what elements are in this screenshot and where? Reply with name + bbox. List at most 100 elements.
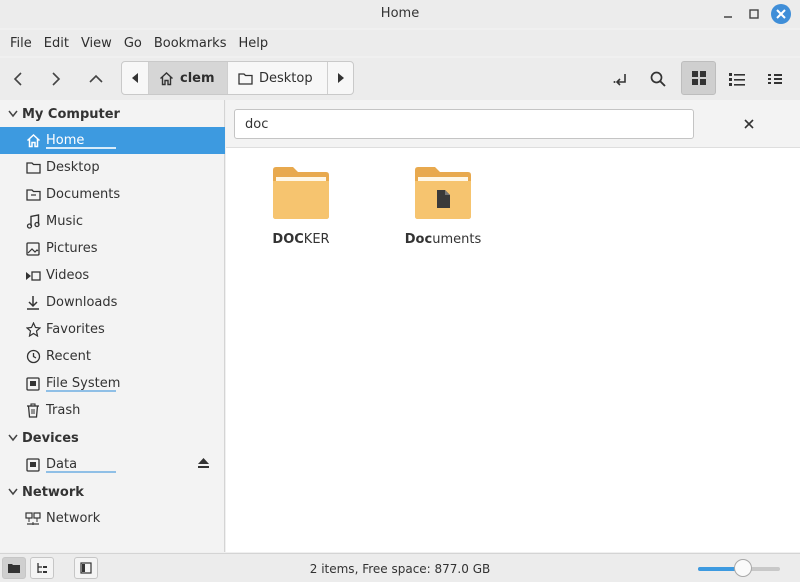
drive-icon (24, 456, 42, 474)
documents-folder-icon (415, 167, 471, 219)
list-view-icon (729, 73, 745, 86)
download-icon (24, 294, 42, 312)
sidebar-item-data[interactable]: Data (0, 451, 225, 478)
path-scroll-right-button[interactable] (328, 62, 353, 94)
path-segment-clem[interactable]: clem (149, 62, 228, 94)
sidebar-item-favorites[interactable]: Favorites (0, 316, 225, 343)
open-terminal-button[interactable] (606, 66, 634, 92)
eject-button[interactable] (198, 457, 209, 472)
terminal-arrow-icon (613, 74, 626, 86)
sidebar-item-label: Pictures (46, 241, 98, 256)
folder-icon (24, 159, 42, 177)
sidebar-item-network[interactable]: Network (0, 505, 225, 532)
sidebar-item-home[interactable]: Home (0, 127, 225, 154)
disk-usage-bar (46, 471, 116, 473)
up-button[interactable] (82, 66, 110, 92)
sidebar-item-music[interactable]: Music (0, 208, 225, 235)
path-segment-desktop[interactable]: Desktop (228, 62, 328, 94)
status-bar: 2 items, Free space: 877.0 GB (0, 553, 800, 582)
icon-view-button[interactable] (681, 61, 716, 95)
eject-icon (198, 458, 209, 468)
minimize-button[interactable] (718, 4, 738, 24)
section-my-computer[interactable]: My Computer (0, 101, 120, 127)
compact-view-icon (768, 74, 782, 84)
menu-help[interactable]: Help (232, 36, 274, 51)
sidebar-item-label: Home (46, 133, 85, 148)
file-name-rest: KER (303, 232, 330, 247)
sidebar-item-pictures[interactable]: Pictures (0, 235, 225, 262)
search-input[interactable] (234, 109, 694, 139)
pictures-icon (24, 240, 42, 258)
disk-usage-bar (46, 147, 116, 149)
search-bar (226, 100, 800, 148)
music-icon (24, 213, 42, 231)
sidebar-item-label: Downloads (46, 295, 118, 310)
back-button[interactable] (4, 66, 32, 92)
search-icon (650, 71, 666, 87)
sidebar-item-documents[interactable]: Documents (0, 181, 225, 208)
trash-icon (24, 402, 42, 420)
star-icon (24, 321, 42, 339)
list-view-button[interactable] (723, 66, 751, 92)
menu-bar: File Edit View Go Bookmarks Help (0, 30, 800, 56)
sidebar-item-label: Data (46, 457, 78, 472)
drive-icon (24, 375, 42, 393)
sidebar-item-label: Documents (46, 187, 121, 202)
menu-bookmarks[interactable]: Bookmarks (148, 36, 233, 51)
network-icon (24, 510, 42, 528)
section-title: My Computer (22, 106, 120, 122)
section-devices[interactable]: Devices (0, 425, 79, 451)
close-icon (776, 9, 786, 19)
sidebar-item-desktop[interactable]: Desktop (0, 154, 225, 181)
toolbar: clem Desktop (0, 58, 800, 100)
folder-icon (273, 167, 329, 219)
sidebar-item-downloads[interactable]: Downloads (0, 289, 225, 316)
sidebar-item-trash[interactable]: Trash (0, 397, 225, 424)
file-name-match: DOC (272, 232, 304, 247)
path-bar: clem Desktop (121, 61, 354, 95)
window-title: Home (380, 6, 420, 21)
documents-icon (24, 186, 42, 204)
triangle-left-icon (132, 73, 138, 83)
sidebar-item-recent[interactable]: Recent (0, 343, 225, 370)
file-name-rest: uments (432, 232, 482, 247)
path-segment-label: Desktop (259, 70, 313, 86)
minimize-icon (724, 16, 732, 18)
triangle-right-icon (337, 73, 344, 83)
sidebar-item-label: Recent (46, 349, 91, 364)
menu-view[interactable]: View (75, 36, 118, 51)
home-icon (160, 71, 173, 85)
sidebar-item-label: Music (46, 214, 83, 229)
section-network[interactable]: Network (0, 479, 84, 505)
clock-icon (24, 348, 42, 366)
close-icon (744, 119, 754, 129)
close-window-button[interactable] (771, 4, 791, 24)
sidebar-item-label: File System (46, 376, 121, 391)
compact-view-button[interactable] (761, 66, 789, 92)
zoom-slider-handle[interactable] (734, 559, 753, 577)
file-item-documents[interactable]: Documents (388, 166, 498, 247)
file-item-docker[interactable]: DOCKER (246, 166, 356, 247)
section-title: Network (22, 484, 84, 500)
sidebar-item-label: Videos (46, 268, 90, 283)
up-icon (89, 74, 103, 83)
file-name: Documents (388, 232, 498, 247)
sidebar-item-videos[interactable]: Videos (0, 262, 225, 289)
file-name-match: Doc (404, 232, 433, 247)
path-segment-label: clem (180, 70, 215, 86)
menu-go[interactable]: Go (118, 36, 148, 51)
home-icon (24, 132, 42, 150)
menu-edit[interactable]: Edit (38, 36, 75, 51)
path-scroll-left-button[interactable] (122, 62, 149, 94)
sidebar-item-file-system[interactable]: File System (0, 370, 225, 397)
maximize-button[interactable] (744, 4, 764, 24)
sidebar-item-label: Network (46, 511, 101, 526)
back-icon (13, 72, 22, 86)
close-search-button[interactable] (738, 113, 760, 135)
file-view: DOCKER Documents (226, 100, 800, 552)
disk-usage-bar (46, 390, 116, 392)
search-button[interactable] (644, 66, 672, 92)
menu-file[interactable]: File (4, 36, 38, 51)
forward-button[interactable] (42, 66, 70, 92)
videos-icon (24, 267, 42, 285)
